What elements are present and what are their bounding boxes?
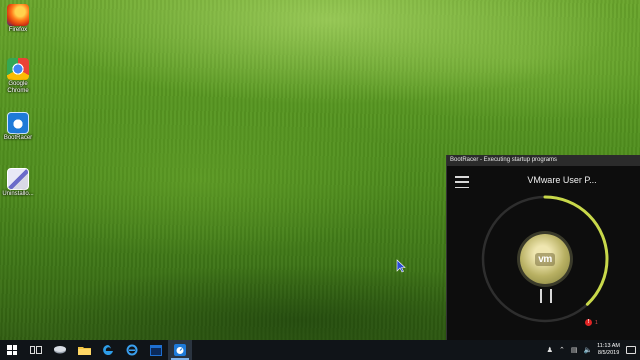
alert-count: 1 [595, 319, 598, 326]
desktop-icon-label: Uninstallo... [2, 191, 34, 197]
desktop-icon-label: Firefox [8, 27, 28, 33]
volume-icon[interactable]: 🔈 [583, 346, 592, 354]
system-tray: ♟ ⌃ ▤ 🔈 11:13 AM 8/5/2019 [544, 340, 640, 360]
taskbar-app-5[interactable] [144, 340, 168, 360]
clock[interactable]: 11:13 AM 8/5/2019 [597, 343, 620, 357]
people-icon[interactable]: ♟ [547, 346, 553, 354]
bootracer-icon [174, 344, 186, 356]
network-icon[interactable]: ▤ [571, 346, 578, 354]
internet-explorer-icon [126, 344, 138, 356]
action-center-icon[interactable] [626, 346, 636, 354]
taskbar-edge[interactable] [96, 340, 120, 360]
taskbar-app-1[interactable] [48, 340, 72, 360]
mouse-cursor-icon [396, 259, 406, 273]
clock-date: 8/5/2019 [597, 350, 620, 356]
clock-time: 11:13 AM [597, 343, 620, 349]
desktop-icon-label: Google Chrome [7, 81, 29, 94]
bootracer-icon [7, 112, 29, 134]
task-view-button[interactable] [24, 340, 48, 360]
desktop-icon-chrome[interactable]: Google Chrome [2, 58, 34, 95]
desktop-icon-bootracer[interactable]: BootRacer [2, 112, 34, 142]
disk-icon [54, 346, 66, 354]
taskbar: ♟ ⌃ ▤ 🔈 11:13 AM 8/5/2019 [0, 340, 640, 360]
window-app-icon [150, 344, 162, 356]
bootracer-window: BootRacer - Executing startup programs V… [446, 155, 640, 340]
edge-icon [103, 345, 113, 355]
start-button[interactable] [0, 340, 24, 360]
firefox-icon [7, 4, 29, 26]
desktop-icon-label: BootRacer [3, 135, 33, 141]
pause-button[interactable] [540, 289, 552, 303]
windows-logo-icon [7, 345, 17, 355]
chrome-icon [7, 58, 29, 80]
uninstaller-icon [7, 168, 29, 190]
vmware-logo-text: vm [535, 252, 555, 266]
hamburger-menu-icon[interactable] [455, 176, 469, 188]
taskbar-file-explorer[interactable] [72, 340, 96, 360]
alert-icon: ! [585, 319, 592, 326]
vmware-logo: vm [520, 234, 570, 284]
window-title: BootRacer - Executing startup programs [447, 155, 640, 166]
folder-icon [77, 347, 91, 355]
taskbar-ie[interactable] [120, 340, 144, 360]
alert-indicator[interactable]: ! 1 [585, 319, 598, 326]
desktop-icon-uninstaller[interactable]: Uninstallo... [2, 168, 34, 198]
current-program-label: VMware User P... [527, 175, 597, 185]
task-view-icon [30, 346, 42, 354]
desktop-icon-firefox[interactable]: Firefox [2, 4, 34, 34]
taskbar-bootracer[interactable] [168, 340, 192, 360]
chevron-up-icon[interactable]: ⌃ [559, 346, 565, 354]
